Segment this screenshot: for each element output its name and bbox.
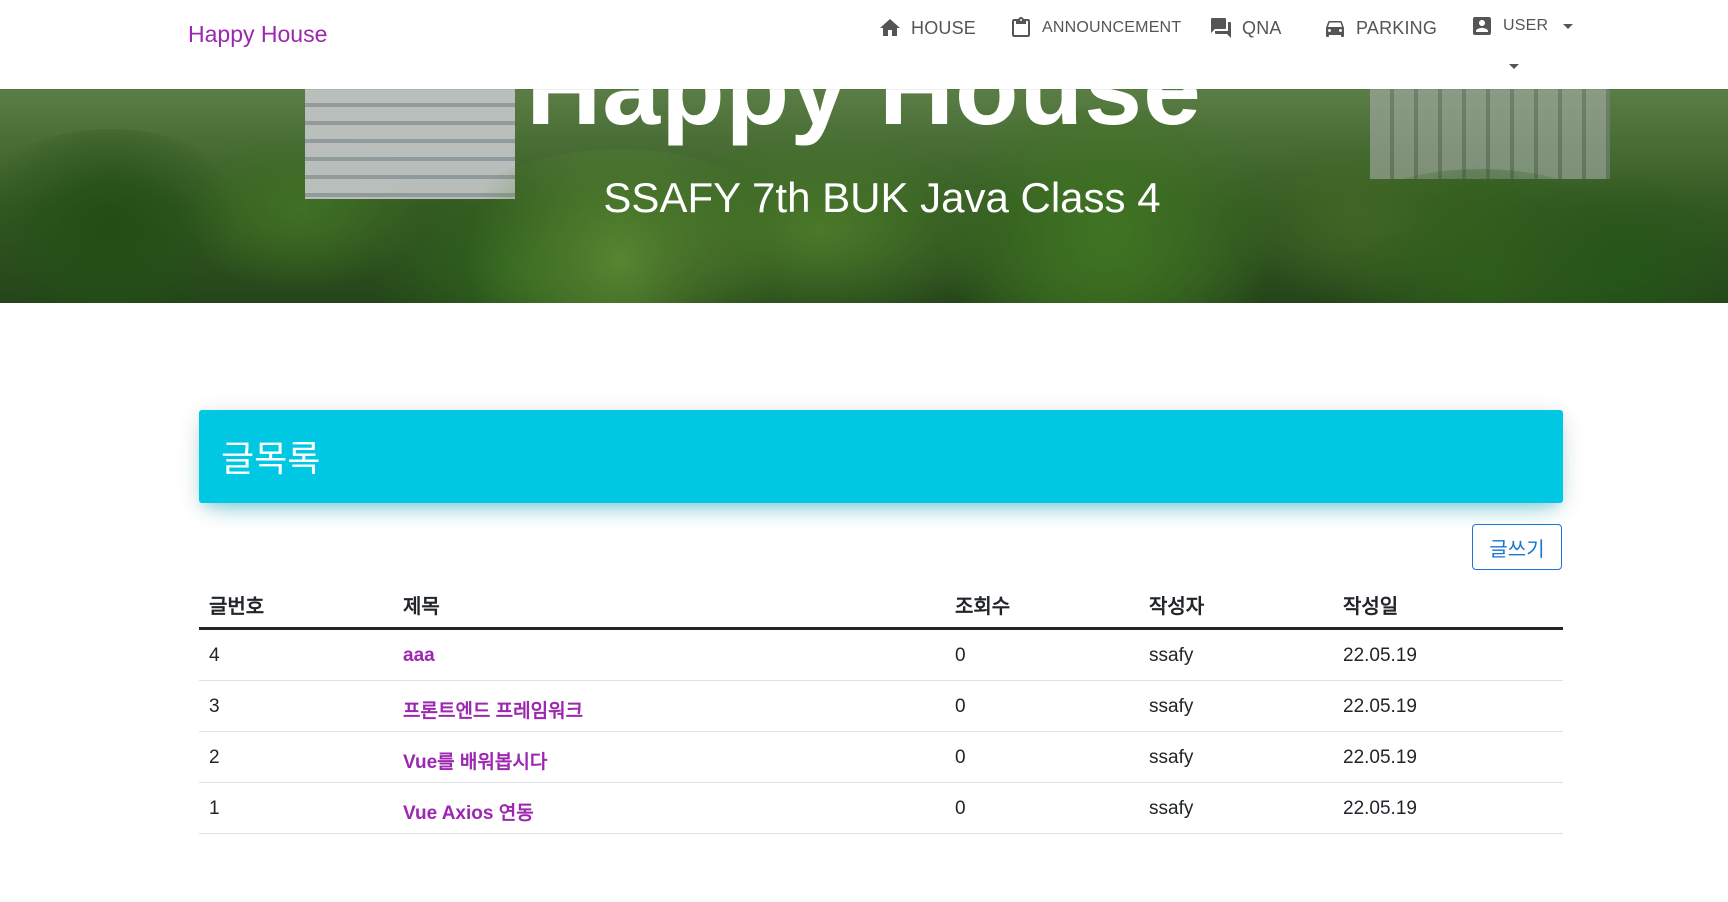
clipboard-icon: [1012, 17, 1030, 37]
post-views: 0: [955, 696, 966, 717]
post-views: 0: [955, 798, 966, 819]
post-date: 22.05.19: [1343, 747, 1417, 768]
board-table: 글번호 제목 조회수 작성자 작성일 4 aaa 0 ssafy 22.05.1…: [199, 580, 1563, 834]
nav-house[interactable]: HOUSE: [878, 14, 976, 42]
column-header-title: 제목: [403, 596, 440, 618]
nav-house-label: HOUSE: [911, 17, 977, 38]
account-box-icon: [1473, 17, 1491, 35]
table-row[interactable]: 1 Vue Axios 연동 0 ssafy 22.05.19: [199, 783, 1563, 834]
caret-down-icon: [1563, 23, 1574, 29]
write-post-button[interactable]: 글쓰기: [1472, 524, 1562, 570]
post-number: 4: [209, 645, 220, 666]
nav-qna[interactable]: QNA: [1209, 14, 1282, 42]
post-title-link[interactable]: 프론트엔드 프레임워크: [403, 696, 583, 723]
post-views: 0: [955, 645, 966, 666]
post-number: 1: [209, 798, 220, 819]
table-header: 글번호 제목 조회수 작성자 작성일: [199, 580, 1563, 630]
top-navbar: Happy House HOUSE ANNOUNCEMENT QNA PARKI…: [0, 0, 1728, 89]
post-author: ssafy: [1149, 696, 1194, 717]
brand-link[interactable]: Happy House: [188, 21, 327, 48]
car-icon: [1326, 21, 1344, 37]
post-author: ssafy: [1149, 747, 1194, 768]
board-header: 글목록: [199, 410, 1563, 503]
board-title: 글목록: [221, 438, 321, 479]
nav-user-dropdown[interactable]: USER: [1470, 12, 1574, 40]
nav-parking-label: PARKING: [1356, 17, 1438, 38]
post-title-link[interactable]: Vue Axios 연동: [403, 798, 534, 825]
nav-announcement[interactable]: ANNOUNCEMENT: [1009, 14, 1181, 42]
post-date: 22.05.19: [1343, 696, 1417, 717]
post-date: 22.05.19: [1343, 798, 1417, 819]
nav-qna-label: QNA: [1242, 17, 1282, 38]
post-author: ssafy: [1149, 645, 1194, 666]
post-author: ssafy: [1149, 798, 1194, 819]
post-number: 2: [209, 747, 220, 768]
post-title-link[interactable]: Vue를 배워봅시다: [403, 747, 547, 774]
post-date: 22.05.19: [1343, 645, 1417, 666]
post-number: 3: [209, 696, 220, 717]
column-header-number: 글번호: [209, 596, 265, 618]
home-icon: [880, 19, 900, 36]
nav-user-label: USER: [1503, 17, 1549, 34]
chat-icon: [1211, 18, 1231, 38]
post-title-link[interactable]: aaa: [403, 645, 435, 667]
hero-banner: Happy House SSAFY 7th BUK Java Class 4: [0, 89, 1728, 303]
column-header-date: 작성일: [1343, 596, 1399, 618]
nav-announcement-label: ANNOUNCEMENT: [1042, 19, 1182, 36]
table-row[interactable]: 3 프론트엔드 프레임워크 0 ssafy 22.05.19: [199, 681, 1563, 732]
hero-title: Happy House: [526, 89, 1202, 147]
collapsed-menu-caret-icon[interactable]: [1509, 64, 1519, 69]
nav-parking[interactable]: PARKING: [1323, 14, 1437, 42]
column-header-author: 작성자: [1149, 596, 1205, 618]
hero-subtitle: SSAFY 7th BUK Java Class 4: [603, 174, 1161, 221]
table-row[interactable]: 4 aaa 0 ssafy 22.05.19: [199, 630, 1563, 681]
table-row[interactable]: 2 Vue를 배워봅시다 0 ssafy 22.05.19: [199, 732, 1563, 783]
column-header-views: 조회수: [955, 596, 1011, 618]
post-views: 0: [955, 747, 966, 768]
